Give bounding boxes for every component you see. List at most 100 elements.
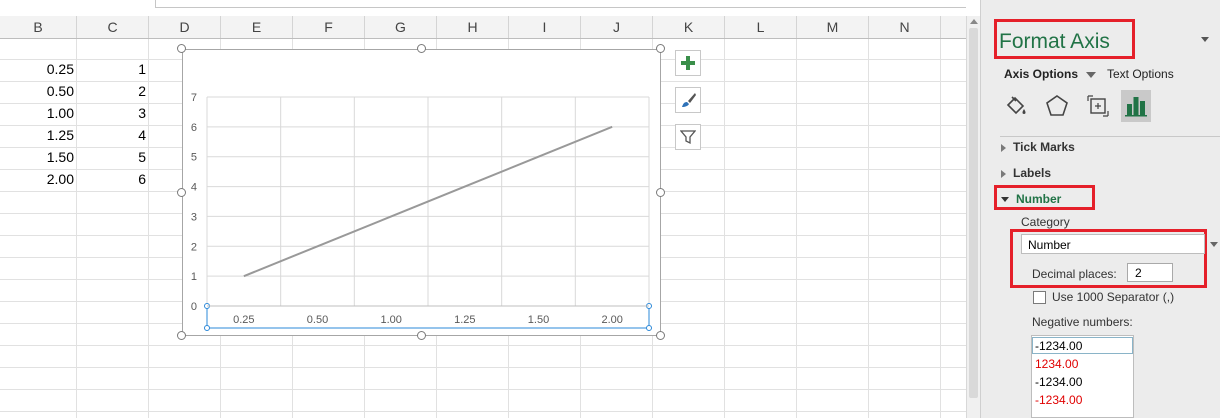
use-1000-separator-checkbox[interactable]	[1033, 291, 1046, 304]
x-tick-label: 2.00	[601, 314, 622, 326]
size-properties-button[interactable]	[1083, 90, 1113, 122]
decimal-places-input[interactable]: 2	[1127, 263, 1173, 282]
axis-selection-handle	[204, 325, 210, 331]
column-header-m[interactable]: M	[797, 16, 869, 38]
y-tick-label: 2	[191, 241, 197, 253]
resize-handle[interactable]	[417, 44, 426, 53]
axis-selection-handle	[646, 325, 652, 331]
section-tick-marks-label: Tick Marks	[1013, 140, 1075, 154]
y-tick-label: 5	[191, 152, 197, 164]
chart-filters-button[interactable]	[675, 124, 701, 150]
y-tick-label: 7	[191, 92, 197, 104]
column-header-h[interactable]: H	[437, 16, 509, 38]
category-select[interactable]: Number	[1021, 234, 1205, 254]
scrollbar-thumb[interactable]	[969, 28, 978, 398]
formula-bar-edge	[0, 0, 966, 8]
column-header-l[interactable]: L	[725, 16, 797, 38]
resize-handle[interactable]	[417, 331, 426, 340]
divider	[1000, 136, 1220, 137]
negative-numbers-label: Negative numbers:	[1032, 315, 1133, 329]
cell-c-value[interactable]: 1	[77, 59, 146, 80]
section-tick-marks[interactable]: Tick Marks	[1001, 140, 1075, 154]
cell-b-value[interactable]: 0.25	[0, 59, 74, 80]
cell-c-value[interactable]: 6	[77, 169, 146, 190]
decimal-places-value: 2	[1135, 266, 1142, 280]
negative-option[interactable]: -1234.00	[1035, 375, 1082, 389]
line-chart[interactable]: 0 1 2 3 4 5 6 7 0.25 0.50 1.00 1.25 1.50 2.00	[182, 49, 661, 336]
plus-icon	[681, 56, 695, 70]
column-header-e[interactable]: E	[221, 16, 293, 38]
y-tick-label: 6	[191, 122, 197, 134]
tab-axis-options-label: Axis Options	[1004, 67, 1079, 81]
cell-b-value[interactable]: 1.25	[0, 125, 74, 146]
cell-c-value[interactable]: 5	[77, 147, 146, 168]
chart-plot: 0 1 2 3 4 5 6 7 0.25 0.50 1.00 1.25 1.50 2.00	[191, 92, 652, 331]
resize-handle[interactable]	[177, 331, 186, 340]
negative-option[interactable]: -1234.00	[1035, 339, 1082, 353]
negative-numbers-list[interactable]: -1234.00 1234.00 -1234.00 -1234.00	[1031, 335, 1134, 418]
highlight-box	[994, 19, 1135, 59]
x-axis-selection	[206, 305, 650, 329]
tab-text-options[interactable]: Text Options	[1107, 67, 1174, 81]
resize-handle[interactable]	[656, 44, 665, 53]
fill-line-button[interactable]	[1001, 90, 1031, 122]
category-dropdown-icon[interactable]	[1210, 242, 1218, 247]
pane-options-chevron-icon[interactable]	[1201, 37, 1209, 42]
bar-chart-icon	[1125, 97, 1147, 117]
column-header-f[interactable]: F	[293, 16, 365, 38]
column-headers: B C D E F G H I J K L M N	[0, 16, 966, 39]
format-axis-pane: Format Axis Axis Options Text Options Ti…	[980, 0, 1220, 418]
cell-c-value[interactable]: 2	[77, 81, 146, 102]
cell-c-value[interactable]: 3	[77, 103, 146, 124]
y-tick-label: 3	[191, 211, 197, 223]
cell-b-value[interactable]: 0.50	[0, 81, 74, 102]
resize-handle[interactable]	[177, 44, 186, 53]
column-header-c[interactable]: C	[77, 16, 149, 38]
category-select-value: Number	[1028, 238, 1071, 252]
x-tick-label: 1.25	[454, 314, 475, 326]
column-header-j[interactable]: J	[581, 16, 653, 38]
dropdown-arrow-icon[interactable]	[1086, 71, 1097, 78]
x-tick-label: 1.00	[380, 314, 401, 326]
y-tick-label: 4	[191, 182, 197, 194]
effects-button[interactable]	[1042, 90, 1072, 122]
cell-c-value[interactable]: 4	[77, 125, 146, 146]
x-tick-label: 1.50	[528, 314, 549, 326]
use-1000-separator-label[interactable]: Use 1000 Separator (,)	[1052, 290, 1174, 304]
resize-handle[interactable]	[656, 331, 665, 340]
x-tick-label: 0.50	[307, 314, 328, 326]
cell-b-value[interactable]: 2.00	[0, 169, 74, 190]
highlight-box	[994, 185, 1095, 210]
axis-options-button[interactable]	[1121, 90, 1151, 122]
decimal-places-label: Decimal places:	[1032, 267, 1117, 281]
vertical-scrollbar[interactable]	[966, 16, 981, 418]
column-header-k[interactable]: K	[653, 16, 725, 38]
pentagon-icon	[1046, 95, 1068, 116]
negative-option[interactable]: -1234.00	[1035, 393, 1082, 407]
worksheet[interactable]: B C D E F G H I J K L M N 0.25 1 0.50 2 …	[0, 0, 966, 418]
x-tick-label: 0.25	[233, 314, 254, 326]
fill-line-icon	[1006, 96, 1026, 115]
column-header-i[interactable]: I	[509, 16, 581, 38]
cell-b-value[interactable]: 1.00	[0, 103, 74, 124]
y-tick-label: 1	[191, 271, 197, 283]
expand-arrow-icon	[1001, 143, 1006, 152]
resize-handle[interactable]	[177, 188, 186, 197]
paintbrush-icon	[682, 93, 696, 107]
y-tick-label: 0	[191, 301, 197, 313]
column-header-n[interactable]: N	[869, 16, 941, 38]
resize-handle[interactable]	[656, 188, 665, 197]
cell-b-value[interactable]: 1.50	[0, 147, 74, 168]
negative-option[interactable]: 1234.00	[1035, 357, 1078, 371]
section-labels[interactable]: Labels	[1001, 166, 1051, 180]
filter-icon	[680, 130, 696, 145]
expand-arrow-icon	[1001, 169, 1006, 178]
column-header-g[interactable]: G	[365, 16, 437, 38]
column-header-d[interactable]: D	[149, 16, 221, 38]
chart-styles-button[interactable]	[675, 87, 701, 113]
chart-elements-button[interactable]	[675, 50, 701, 76]
tab-axis-options[interactable]: Axis Options	[1004, 67, 1097, 81]
scroll-up-icon[interactable]	[970, 19, 978, 24]
column-header-b[interactable]: B	[0, 16, 77, 38]
category-label: Category	[1021, 215, 1070, 229]
